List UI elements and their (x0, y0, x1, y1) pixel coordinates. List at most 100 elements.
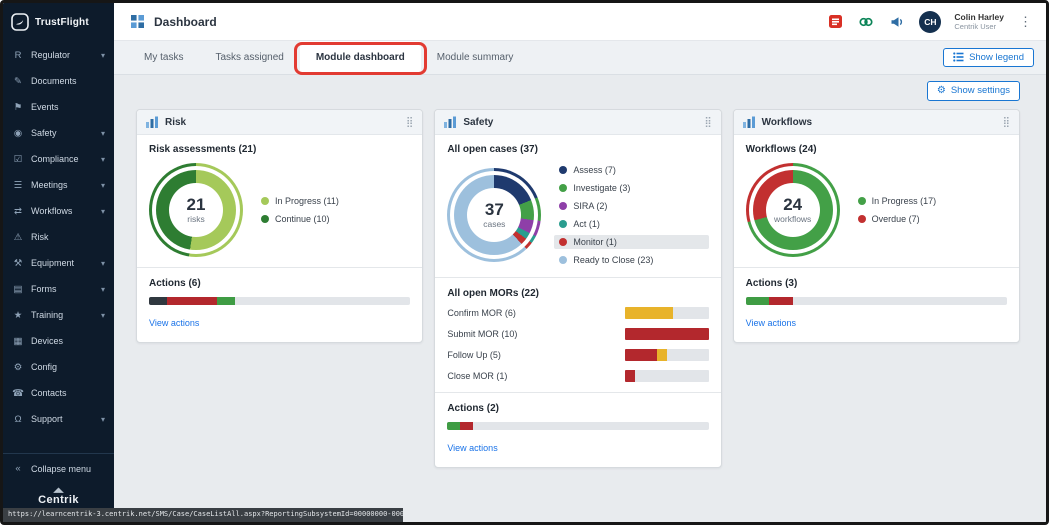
actions-heading: Actions (3) (745, 278, 798, 289)
main-area: Dashboard CH Colin Harley Centrik User ⋮ (114, 3, 1046, 522)
sidebar-item-safety[interactable]: ◉ Safety ▾ (3, 120, 114, 146)
legend-item[interactable]: Monitor (1) (554, 235, 709, 249)
forms-icon: ▤ (13, 283, 23, 295)
legend-item[interactable]: Assess (7) (554, 163, 708, 177)
tab-list: My tasks Tasks assigned Module dashboard Mo… (128, 41, 530, 75)
user-meta: Colin Harley Centrik User (954, 12, 1004, 32)
chevron-down-icon: ▾ (100, 414, 105, 424)
show-settings-button[interactable]: ⚙ Show settings (926, 81, 1020, 101)
cards-row: Risk ⣿ Risk assessments (21) 21 risks In Prog… (136, 109, 1020, 468)
divider (435, 277, 721, 278)
bar-segment (624, 370, 635, 382)
config-icon: ⚙ (13, 361, 23, 373)
legend-item[interactable]: In Progress (11) (256, 194, 410, 208)
top-header: Dashboard CH Colin Harley Centrik User ⋮ (114, 3, 1046, 41)
donut-value: 24 (783, 195, 803, 214)
sidebar-item-events[interactable]: ⚑ Events (3, 94, 114, 120)
donut-unit: risks (187, 214, 205, 224)
card-title: Workflows (761, 116, 813, 128)
sidebar-item-collapse-menu[interactable]: « Collapse menu (3, 453, 114, 483)
sidebar-item-support[interactable]: Ω Support ▾ (3, 406, 114, 432)
tab-my-tasks[interactable]: My tasks (128, 41, 199, 74)
view-actions-link[interactable]: View actions (447, 443, 497, 453)
sidebar-item-config[interactable]: ⚙ Config (3, 354, 114, 380)
sidebar-item-meetings[interactable]: ☰ Meetings ▾ (3, 172, 114, 198)
header-actions: CH Colin Harley Centrik User ⋮ (826, 10, 1034, 33)
feed-icon[interactable] (826, 13, 844, 31)
sidebar-item-training[interactable]: ★ Training ▾ (3, 302, 114, 328)
trustflight-logo-icon (11, 13, 29, 31)
section-heading: All open cases (37) (447, 144, 538, 155)
sidebar: TrustFlight R Regulator ▾ ✎ Documents ⚑ Events… (3, 3, 114, 522)
legend-item[interactable]: In Progress (17) (853, 194, 1007, 208)
legend-item[interactable]: Continue (10) (256, 212, 410, 226)
donut-section: 24 workflows In Progress (17) Overdue (7) (745, 163, 1007, 257)
sidebar-item-label: Workflows (31, 206, 73, 216)
legend-label: Assess (7) (573, 165, 616, 175)
legend-item[interactable]: Investigate (3) (554, 181, 708, 195)
mor-row: Submit MOR (10) (447, 328, 709, 340)
bar-segment (769, 297, 793, 305)
sidebar-item-regulator[interactable]: R Regulator ▾ (3, 42, 114, 68)
show-legend-button[interactable]: Show legend (943, 47, 1034, 68)
bar-segment (167, 297, 217, 305)
tab-tasks-assigned[interactable]: Tasks assigned (199, 41, 299, 74)
sidebar-item-label: Documents (31, 76, 77, 86)
legend-dot-icon (559, 238, 568, 246)
support-icon: Ω (14, 413, 22, 425)
sidebar-item-risk[interactable]: ⚠ Risk (3, 224, 114, 250)
view-actions-link[interactable]: View actions (746, 318, 796, 328)
sidebar-item-equipment[interactable]: ⚒ Equipment ▾ (3, 250, 114, 276)
dashboard-content: ⚙ Show settings Risk ⣿ Risk assessments (2… (114, 75, 1046, 522)
sidebar-item-documents[interactable]: ✎ Documents (3, 68, 114, 94)
view-actions-link[interactable]: View actions (149, 318, 199, 328)
sidebar-item-label: Config (31, 362, 58, 372)
section-heading: Workflows (24) (745, 144, 817, 155)
sidebar-item-label: Compliance (31, 154, 79, 164)
donut-unit: cases (483, 219, 506, 229)
mor-label: Close MOR (1) (447, 371, 508, 381)
user-role: Centrik User (954, 22, 997, 32)
actions-bar (447, 422, 709, 430)
donut-section: 37 cases Assess (7) Investigate (3) SIRA (2)… (447, 163, 709, 267)
legend-dot-icon (261, 197, 269, 205)
legend-item[interactable]: Act (1) (554, 217, 708, 231)
chevron-down-icon: ▾ (100, 154, 105, 164)
sidebar-item-label: Regulator (31, 50, 71, 60)
legend-icon (953, 52, 964, 63)
legend-dot-icon (559, 256, 568, 264)
legend-item[interactable]: SIRA (2) (554, 199, 708, 213)
legend-item[interactable]: Overdue (7) (853, 212, 1007, 226)
sidebar-item-label: Risk (31, 232, 49, 242)
bar-segment (460, 422, 474, 430)
kebab-menu-icon[interactable]: ⋮ (1017, 14, 1034, 30)
tab-module-summary[interactable]: Module summary (421, 41, 530, 74)
user-avatar[interactable]: CH (919, 10, 942, 33)
sidebar-item-compliance[interactable]: ☑ Compliance ▾ (3, 146, 114, 172)
divider (137, 267, 423, 268)
brand: TrustFlight (3, 3, 114, 42)
sidebar-item-devices[interactable]: ▦ Devices (3, 328, 114, 354)
sidebar-item-workflows[interactable]: ⇄ Workflows ▾ (3, 198, 114, 224)
legend-dot-icon (857, 197, 866, 205)
announcements-icon[interactable] (888, 13, 906, 31)
sidebar-item-contacts[interactable]: ☎ Contacts (3, 380, 114, 406)
collapse-menu-icon: « (15, 463, 21, 474)
drag-handle-icon[interactable]: ⣿ (1003, 117, 1010, 128)
legend-dot-icon (559, 202, 568, 210)
documents-icon: ✎ (14, 75, 22, 87)
drag-handle-icon[interactable]: ⣿ (406, 117, 413, 128)
legend-label: Monitor (1) (573, 237, 617, 247)
drag-handle-icon[interactable]: ⣿ (704, 117, 711, 128)
mor-bar (624, 370, 709, 382)
sidebar-item-label: Devices (31, 336, 64, 346)
legend-label: In Progress (17) (871, 196, 937, 206)
legend-label: Ready to Close (23) (573, 255, 654, 265)
donut-chart: 37 cases (447, 168, 542, 262)
mor-row: Confirm MOR (6) (447, 307, 709, 319)
tab-module-dashboard[interactable]: Module dashboard (293, 41, 427, 75)
link-icon[interactable] (857, 13, 875, 31)
legend-item[interactable]: Ready to Close (23) (554, 253, 708, 267)
sidebar-item-label: Equipment (31, 258, 75, 268)
sidebar-item-forms[interactable]: ▤ Forms ▾ (3, 276, 114, 302)
